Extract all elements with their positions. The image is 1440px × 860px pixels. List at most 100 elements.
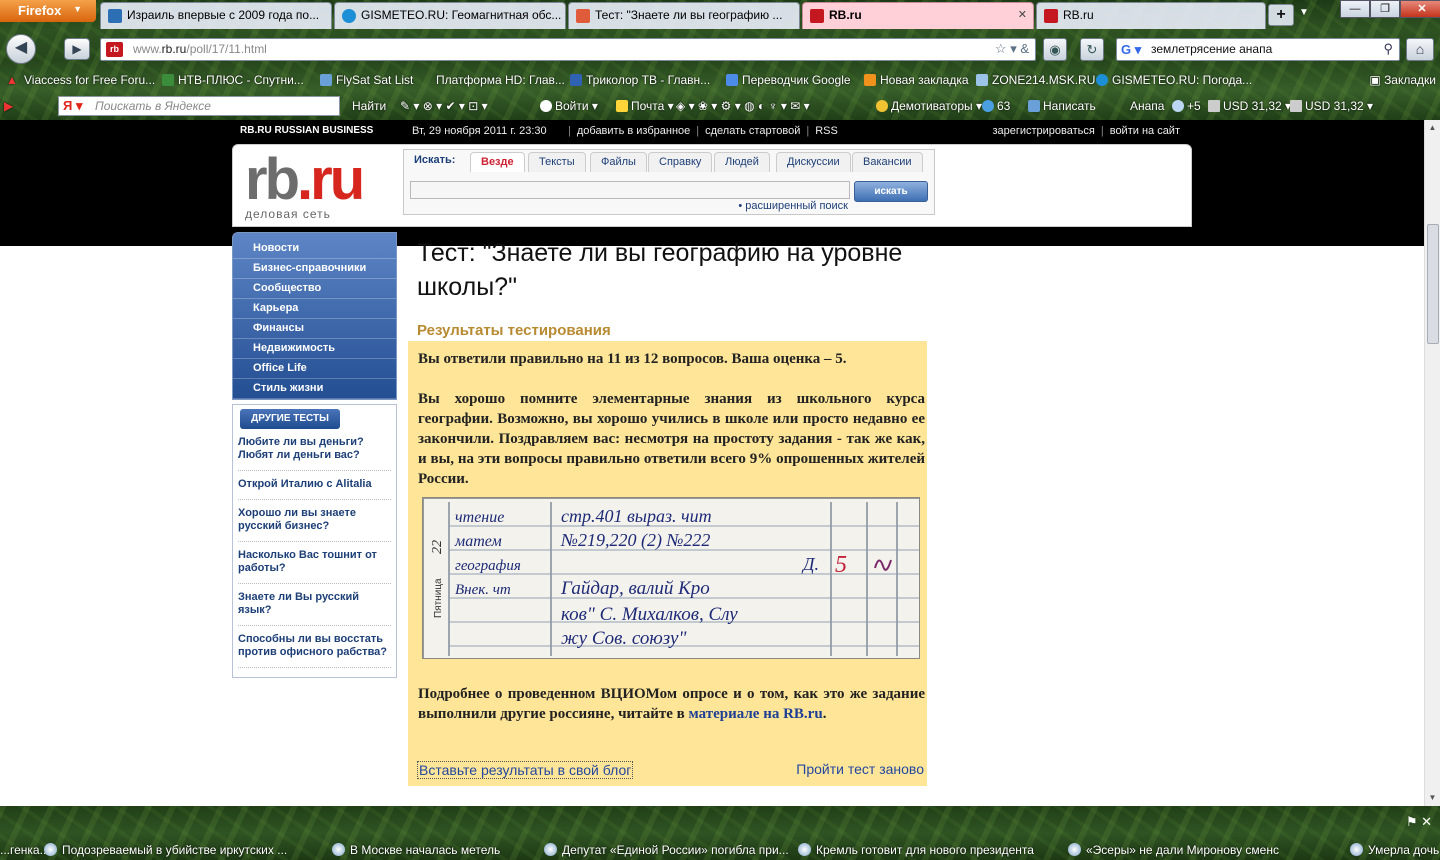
nav-item-realty[interactable]: Недвижимость: [233, 339, 396, 359]
other-test-link[interactable]: Способны ли вы восстать против офисного …: [238, 632, 391, 668]
addon-bar-icons[interactable]: ⚑ ✕: [1406, 814, 1432, 830]
nav-item-lifestyle[interactable]: Стиль жизни: [233, 379, 396, 399]
user-icon: [540, 100, 552, 112]
yandex-find-button[interactable]: Найти: [352, 99, 386, 113]
make-homepage-link[interactable]: сделать стартовой: [705, 125, 800, 137]
nav-item-community[interactable]: Сообщество: [233, 279, 396, 299]
ticker-item[interactable]: В Москве началась метель: [332, 843, 500, 857]
search-tab-discussions[interactable]: Дискуссии: [776, 152, 851, 172]
bookmark-star-icon[interactable]: ☆ ▾ &: [995, 41, 1029, 57]
other-test-link[interactable]: Знаете ли Вы русский язык?: [238, 590, 391, 626]
browser-tab[interactable]: Израиль впервые с 2009 года по...: [100, 2, 332, 29]
rss-icon[interactable]: ◉: [1043, 38, 1067, 61]
ticker-item[interactable]: ...генка...: [0, 843, 50, 857]
close-tab-icon[interactable]: ✕: [1018, 8, 1027, 21]
ticker-item[interactable]: Подозреваемый в убийстве иркутских ...: [44, 843, 287, 857]
bookmarks-menu[interactable]: ▣ Закладки: [1369, 73, 1436, 87]
bookmark-item[interactable]: FlySat Sat List: [320, 73, 413, 87]
yandex-search-input[interactable]: Я ▾ Поискать в Яндексе: [58, 96, 340, 116]
nav-item-office-life[interactable]: Office Life: [233, 359, 396, 379]
other-test-link[interactable]: Насколько Вас тошнит от работы?: [238, 548, 391, 584]
browser-tab[interactable]: Тест: "Знаете ли вы географию ...: [568, 2, 800, 29]
advanced-search-link[interactable]: • расширенный поиск: [738, 200, 848, 212]
yandex-item-label: +5: [1187, 99, 1201, 113]
bookmark-item[interactable]: НТВ-ПЛЮС - Спутни...: [162, 73, 304, 87]
news-icon: [798, 843, 811, 856]
bookmark-item[interactable]: GISMETEO.RU: Погода...: [1096, 73, 1252, 87]
currency-usd[interactable]: USD 31,32 ▾: [1290, 99, 1373, 113]
nav-item-career[interactable]: Карьера: [233, 299, 396, 319]
add-favorites-link[interactable]: добавить в избранное: [577, 125, 690, 137]
ticker-item[interactable]: «Эсеры» не дали Миронову сменс: [1068, 843, 1279, 857]
url-domain: rb.ru: [161, 42, 187, 56]
bookmark-item[interactable]: Viaccess for Free Foru...: [24, 73, 155, 87]
bookmark-item[interactable]: Триколор ТВ - Главн...: [570, 73, 710, 87]
toolbar-icons[interactable]: ◈ ▾ ❀ ▾ ⚙ ▾ ◍ ◐ ♆ ▾ ✉ ▾: [676, 99, 810, 113]
counter-badge[interactable]: 63: [982, 99, 1010, 113]
forward-button[interactable]: ▶: [64, 38, 90, 60]
other-test-link[interactable]: Любите ли вы деньги? Любят ли деньги вас…: [238, 435, 391, 471]
scroll-down-icon[interactable]: ▼: [1425, 790, 1440, 806]
minimize-button[interactable]: —: [1340, 0, 1370, 18]
write-button[interactable]: Написать: [1028, 99, 1096, 113]
firefox-menu-button[interactable]: Firefox ▼: [0, 0, 96, 22]
nav-item-news[interactable]: Новости: [233, 239, 396, 259]
browser-tab[interactable]: GISMETEO.RU: Геомагнитная обс...: [334, 2, 566, 29]
yandex-login-button[interactable]: Войти ▾: [540, 99, 598, 113]
google-icon: G ▾: [1121, 42, 1142, 57]
toolbar-icons[interactable]: ✎ ▾ ⊗ ▾ ✔ ▾ ⊡ ▾: [400, 99, 488, 113]
nav-item-business-directories[interactable]: Бизнес-справочники: [233, 259, 396, 279]
rss-link[interactable]: RSS: [815, 125, 838, 137]
news-icon: [44, 843, 57, 856]
other-test-link[interactable]: Открой Италию с Alitalia: [238, 477, 391, 500]
bookmark-item[interactable]: ZONE214.MSK.RU: [976, 73, 1095, 87]
search-tab-everywhere[interactable]: Везде: [470, 152, 525, 172]
other-test-link[interactable]: Хорошо ли вы знаете русский бизнес?: [238, 506, 391, 542]
scroll-up-icon[interactable]: ▲: [1425, 120, 1440, 136]
search-icon[interactable]: ⚲: [1383, 41, 1393, 57]
maximize-button[interactable]: ❐: [1370, 0, 1400, 18]
close-window-button[interactable]: ✕: [1400, 0, 1440, 18]
logo-wordmark: rb.ru: [245, 147, 365, 212]
search-tab-texts[interactable]: Тексты: [528, 152, 586, 172]
embed-results-link[interactable]: Вставьте результаты в свой блог: [417, 761, 634, 779]
search-tab-people[interactable]: Людей: [714, 152, 770, 172]
search-tab-help[interactable]: Справку: [648, 152, 713, 172]
material-link[interactable]: материале на RB.ru: [689, 706, 823, 722]
new-tab-button[interactable]: +: [1268, 4, 1294, 26]
diary-subject: чтение: [455, 509, 504, 526]
home-icon[interactable]: ⌂: [1406, 38, 1434, 61]
vertical-scrollbar[interactable]: ▲ ▼: [1424, 120, 1440, 806]
browser-tab[interactable]: RB.ru: [1036, 2, 1266, 29]
search-tab-vacancies[interactable]: Вакансии: [852, 152, 923, 172]
site-search-button[interactable]: искать: [854, 181, 928, 202]
yandex-mail-button[interactable]: Почта ▾: [616, 99, 674, 113]
weather-temp[interactable]: +5: [1172, 99, 1201, 113]
bookmark-item[interactable]: Переводчик Google: [726, 73, 851, 87]
site-header: rb.ru деловая сеть Искать: Везде Тексты …: [232, 144, 1192, 227]
bookmark-item[interactable]: Новая закладка: [864, 73, 969, 87]
reload-icon[interactable]: ↻: [1080, 38, 1104, 61]
site-search-input[interactable]: [410, 181, 850, 199]
top-links: | добавить в избранное | сделать стартовой |…: [568, 125, 838, 137]
demotivators-button[interactable]: Демотиваторы ▾: [876, 99, 982, 113]
url-bar[interactable]: rb www.rb.ru/poll/17/11.html ☆ ▾ &: [100, 38, 1036, 61]
search-tab-files[interactable]: Файлы: [590, 152, 647, 172]
weather-city[interactable]: Анапа: [1130, 99, 1164, 113]
login-link[interactable]: войти на сайт: [1110, 125, 1180, 137]
scroll-thumb[interactable]: [1427, 224, 1439, 344]
register-link[interactable]: зарегистрироваться: [992, 125, 1094, 137]
browser-tab-active[interactable]: RB.ru ✕: [802, 2, 1034, 29]
retry-test-link[interactable]: Пройти тест заново: [796, 761, 924, 777]
nav-item-finance[interactable]: Финансы: [233, 319, 396, 339]
ticker-item[interactable]: Умерла дочь: [1350, 843, 1439, 857]
ticker-item[interactable]: Депутат «Единой России» погибла при...: [544, 843, 789, 857]
search-bar[interactable]: G ▾ землетрясение анапа ⚲: [1116, 38, 1400, 61]
ticker-item[interactable]: Кремль готовит для нового президента: [798, 843, 1034, 857]
tab-list-chevron-icon[interactable]: ▼: [1299, 7, 1309, 18]
bookmark-item[interactable]: Платформа HD: Глав...: [436, 73, 565, 87]
diary-date: 22: [430, 540, 445, 554]
back-button[interactable]: ◀: [6, 34, 36, 64]
rb-logo[interactable]: rb.ru деловая сеть: [245, 147, 365, 222]
currency-usd[interactable]: USD 31,32 ▾: [1208, 99, 1291, 113]
